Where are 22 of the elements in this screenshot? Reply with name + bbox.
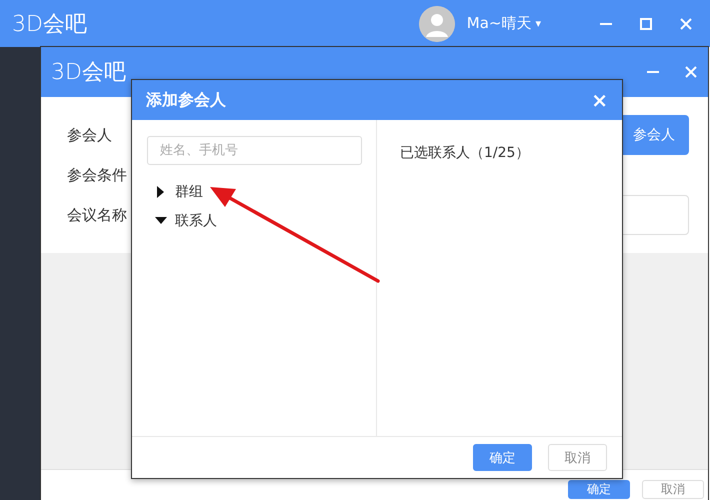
tree-item[interactable]: 联系人 xyxy=(175,212,217,230)
close-icon[interactable]: × xyxy=(591,88,608,112)
caret-down-icon[interactable] xyxy=(155,214,167,226)
dialog-title: 添加参会人 xyxy=(146,90,227,110)
cancel-button[interactable]: 取消 xyxy=(548,444,607,471)
selected-contacts-header: 已选联系人（1/25） xyxy=(400,145,530,161)
avatar-icon[interactable] xyxy=(418,6,455,42)
tree-item[interactable]: 群组 xyxy=(175,182,203,200)
app-logo: 3D会吧 xyxy=(12,10,87,38)
user-name[interactable]: Ma~晴天 xyxy=(466,14,532,33)
close-icon[interactable] xyxy=(679,16,693,30)
field-label: 参会人 xyxy=(67,126,113,144)
caret-icon[interactable]: ▾ xyxy=(535,17,541,30)
confirm-button[interactable]: 确定 xyxy=(568,480,630,499)
maximize-icon[interactable] xyxy=(639,16,653,30)
close-icon[interactable] xyxy=(684,65,698,79)
app-logo: 3D会吧 xyxy=(51,59,127,87)
confirm-button[interactable]: 确定 xyxy=(473,444,532,471)
cancel-button[interactable]: 取消 xyxy=(642,480,704,499)
search-field[interactable]: 姓名、手机号 xyxy=(147,136,362,165)
field-label: 参会条件 xyxy=(67,166,128,184)
field-label: 会议名称 xyxy=(67,206,128,224)
